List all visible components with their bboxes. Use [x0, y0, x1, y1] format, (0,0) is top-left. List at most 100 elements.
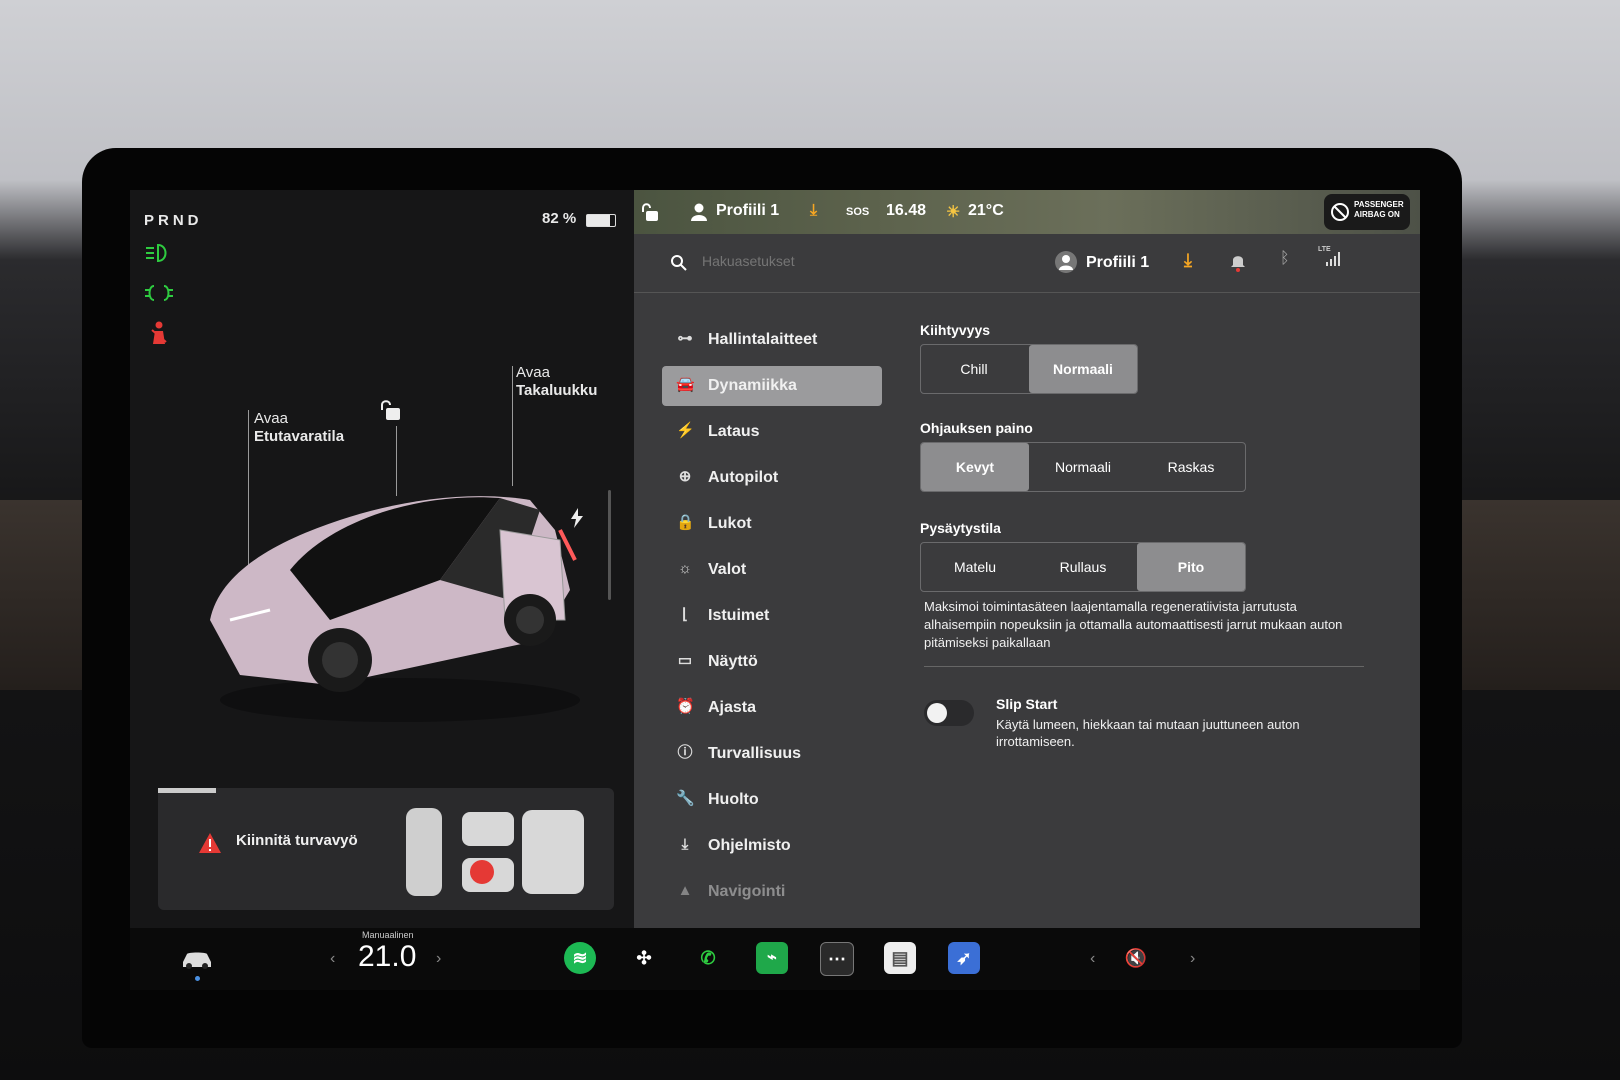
profile-avatar-icon[interactable]: [1054, 250, 1078, 274]
rear-trunk-callout: [512, 366, 513, 486]
stopping-matelu-button[interactable]: Matelu: [921, 543, 1029, 591]
search-icon[interactable]: [670, 254, 688, 272]
steering-kevyt-button[interactable]: Kevyt: [921, 443, 1029, 491]
front-trunk-label[interactable]: Avaa Etutavaratila: [254, 410, 344, 446]
airbag-line2: AIRBAG ON: [1354, 210, 1400, 219]
temp-decrease-button[interactable]: ‹: [330, 950, 335, 968]
warning-triangle-icon: [199, 833, 221, 853]
cabin-temperature[interactable]: 21.0: [358, 940, 416, 974]
airbag-icon: [1331, 203, 1349, 221]
slip-start-toggle[interactable]: [924, 700, 974, 726]
steering-segmented-control: Kevyt Normaali Raskas: [920, 442, 1246, 492]
nav-label: Ohjelmisto: [708, 837, 791, 854]
temp-increase-button[interactable]: ›: [436, 950, 441, 968]
software-update-icon[interactable]: ⤓: [1184, 250, 1192, 271]
info-circle-icon: ⓘ: [677, 744, 693, 761]
sun-icon: ☼: [678, 560, 692, 577]
nav-item-huolto[interactable]: 🔧 Huolto: [662, 780, 882, 820]
panel-scroll-indicator: [608, 490, 611, 600]
rear-trunk-line2: Takaluukku: [516, 382, 598, 399]
stopping-mode-segmented-control: Matelu Rullaus Pito: [920, 542, 1246, 592]
steering-title: Ohjauksen paino: [920, 420, 1033, 436]
navigation-app-icon[interactable]: ➶: [948, 942, 980, 974]
profile-icon[interactable]: [690, 202, 708, 222]
nav-item-ohjelmisto[interactable]: ⤓ Ohjelmisto: [662, 826, 882, 866]
sos-indicator[interactable]: SOS: [846, 206, 869, 218]
bluetooth-icon[interactable]: ᛒ: [1280, 250, 1290, 268]
nav-label: Istuimet: [708, 607, 770, 624]
bolt-icon: ⚡: [676, 422, 695, 439]
seat-map-icon: [406, 808, 584, 896]
nav-label: Valot: [708, 561, 747, 578]
toggle-knob: [927, 703, 947, 723]
car-status-panel: PRND 82 % Avaa Etutavaratila Avaa Takalu…: [130, 190, 634, 928]
acceleration-chill-button[interactable]: Chill: [921, 345, 1027, 393]
nav-item-lukot[interactable]: 🔒 Lukot: [662, 504, 882, 544]
nav-item-autopilot[interactable]: ⊕ Autopilot: [662, 458, 882, 498]
car-icon: 🚘: [676, 376, 695, 393]
battery-percentage: 82 %: [542, 210, 577, 227]
wrench-icon: 🔧: [676, 790, 695, 807]
rear-trunk-line1: Avaa: [516, 364, 550, 381]
notification-bell-icon[interactable]: [1230, 252, 1246, 272]
nav-label: Näyttö: [708, 653, 758, 670]
gear-selector: PRND: [144, 212, 203, 229]
volume-prev-button[interactable]: ‹: [1090, 950, 1095, 968]
search-bar: Profiili 1 ⤓ ᛒ LTE: [634, 234, 1420, 293]
weather-sun-icon: ☀: [946, 204, 961, 221]
nav-item-dynamiikka[interactable]: 🚘 Dynamiikka: [662, 366, 882, 406]
topbar-profile-name[interactable]: Profiili 1: [716, 202, 779, 220]
front-trunk-line2: Etutavaratila: [254, 428, 345, 445]
nav-label: Huolto: [708, 791, 759, 808]
steering-normaali-button[interactable]: Normaali: [1029, 443, 1137, 491]
spotify-icon[interactable]: ≋: [564, 942, 596, 974]
alert-page-indicator: [158, 788, 216, 793]
unlock-icon[interactable]: [380, 398, 402, 422]
alert-message: Kiinnitä turvavyö: [236, 832, 358, 849]
active-indicator: [195, 976, 200, 981]
battery-level-fill: [587, 215, 610, 226]
section-divider: [924, 666, 1364, 667]
nav-item-naytto[interactable]: ▭ Näyttö: [662, 642, 882, 682]
stopping-mode-description: Maksimoi toimintasäteen laajentamalla re…: [924, 599, 1343, 650]
more-apps-icon[interactable]: ⋯: [820, 942, 854, 976]
profile-name[interactable]: Profiili 1: [1086, 254, 1149, 272]
download-icon[interactable]: ⤓: [810, 202, 817, 220]
stopping-rullaus-button[interactable]: Rullaus: [1029, 543, 1137, 591]
slip-start-description: Käytä lumeen, hiekkaan tai mutaan juuttu…: [996, 717, 1300, 749]
acceleration-title: Kiihtyvyys: [920, 322, 991, 338]
rear-trunk-label[interactable]: Avaa Takaluukku: [516, 364, 597, 400]
car-controls-icon[interactable]: [180, 948, 214, 970]
touchscreen: PRND 82 % Avaa Etutavaratila Avaa Takalu…: [130, 190, 1420, 990]
nav-item-valot[interactable]: ☼ Valot: [662, 550, 882, 590]
fan-icon[interactable]: ✣: [628, 942, 660, 974]
lock-status-icon[interactable]: [642, 202, 660, 222]
acceleration-normaali-button[interactable]: Normaali: [1029, 345, 1137, 393]
nav-item-lataus[interactable]: ⚡ Lataus: [662, 412, 882, 452]
stopping-pito-button[interactable]: Pito: [1137, 543, 1245, 591]
energy-app-icon[interactable]: ⌁: [756, 942, 788, 974]
nav-label: Ajasta: [708, 699, 757, 716]
seatbelt-alert-card[interactable]: Kiinnitä turvavyö: [158, 788, 614, 910]
mute-icon[interactable]: 🔇: [1120, 942, 1152, 974]
display-icon: ▭: [677, 652, 693, 669]
acceleration-segmented-control: Chill Normaali: [920, 344, 1138, 394]
toggle-icon: ⊶: [677, 330, 693, 347]
search-input[interactable]: [700, 252, 964, 270]
nav-item-istuimet[interactable]: ⌊ Istuimet: [662, 596, 882, 636]
steering-wheel-icon: ⊕: [678, 468, 692, 485]
steering-raskas-button[interactable]: Raskas: [1137, 443, 1245, 491]
manual-app-icon[interactable]: ▤: [884, 942, 916, 974]
nav-item-turvallisuus[interactable]: ⓘ Turvallisuus: [662, 734, 882, 774]
status-bar: Profiili 1 ⤓ SOS 16.48 ☀ 21°C PASSENGER A…: [634, 190, 1420, 234]
volume-next-button[interactable]: ›: [1190, 950, 1195, 968]
alarm-clock-icon: ⏰: [676, 698, 695, 715]
stopping-mode-title: Pysäytystila: [920, 520, 1001, 536]
nav-item-ajasta[interactable]: ⏰ Ajasta: [662, 688, 882, 728]
bottom-dock: ‹ Manuaalinen 21.0 › ≋ ✣ ✆ ⌁ ⋯ ▤ ➶ ‹ 🔇 ›: [130, 928, 1420, 990]
climate-mode-label: Manuaalinen: [362, 930, 414, 940]
nav-item-hallintalaitteet[interactable]: ⊶ Hallintalaitteet: [662, 320, 882, 360]
nav-item-navigointi[interactable]: ▲ Navigointi: [662, 872, 882, 912]
car-illustration[interactable]: [200, 470, 600, 730]
phone-icon[interactable]: ✆: [692, 942, 724, 974]
